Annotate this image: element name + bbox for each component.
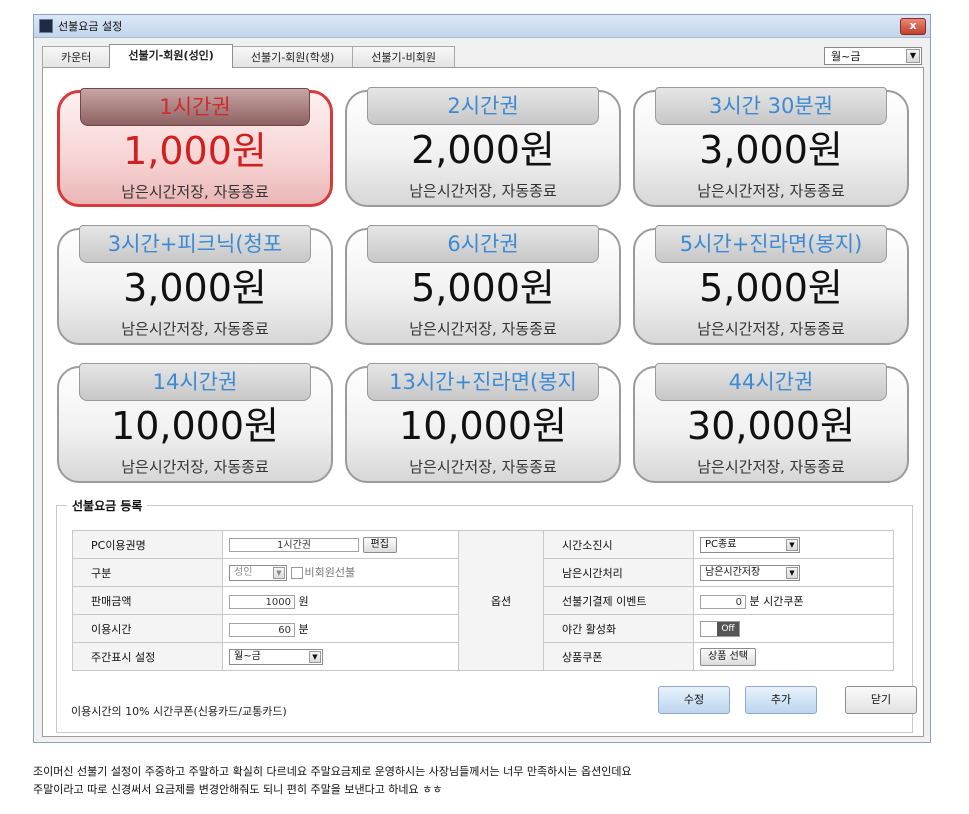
night-label: 야간 활성화 [543, 614, 694, 643]
chevron-down-icon[interactable]: ▼ [786, 538, 798, 551]
time-exhaust-label: 시간소진시 [543, 530, 694, 559]
card-price: 10,000원 [399, 404, 567, 448]
settings-window: 선불요금 설정 x 카운터 선불기-회원(성인) 선불기-회원(학생) 선불기-… [33, 14, 931, 743]
price-label: 판매금액 [72, 586, 223, 615]
category-select[interactable]: 성인 ▼ [229, 565, 287, 581]
weekday-select[interactable]: 월~금 ▼ [229, 648, 323, 665]
card-title: 13시간+진라면(봉지 [367, 363, 599, 401]
card-price: 3,000원 [699, 128, 843, 172]
select-product-button[interactable]: 상품 선택 [700, 647, 756, 666]
pc-name-label: PC이용권명 [72, 530, 223, 559]
caption-line-2: 주말이라고 따로 신경써서 요금제를 변경안해줘도 되니 편히 주말을 보낸다고… [33, 783, 443, 796]
card-title: 3시간+피크닉(청포 [79, 225, 311, 263]
option-label: 옵션 [458, 530, 544, 671]
tab-prepaid-member-adult[interactable]: 선불기-회원(성인) [109, 44, 233, 68]
remaining-value: 남은시간저장 [705, 566, 761, 578]
remaining-label: 남은시간처리 [543, 558, 694, 587]
day-range-value: 월~금 [831, 50, 861, 63]
card-title: 5시간+진라면(봉지) [655, 225, 887, 263]
day-range-select[interactable]: 월~금 ▼ [824, 47, 922, 65]
event-input[interactable]: 0 [700, 594, 746, 609]
price-card[interactable]: 44시간권 30,000원 남은시간저장, 자동종료 [633, 363, 909, 483]
price-card[interactable]: 1시간권 1,000원 남은시간저장, 자동종료 [57, 88, 333, 207]
edit-save-button[interactable]: 수정 [658, 686, 730, 714]
card-description: 남은시간저장, 자동종료 [697, 182, 845, 200]
coupon-note: 이용시간의 10% 시간쿠폰(신용카드/교통카드) [71, 705, 287, 718]
card-description: 남은시간저장, 자동종료 [409, 182, 557, 200]
night-toggle[interactable]: Off [700, 620, 740, 637]
price-unit: 원 [298, 594, 309, 608]
add-button[interactable]: 추가 [745, 686, 817, 714]
price-card[interactable]: 6시간권 5,000원 남은시간저장, 자동종료 [345, 225, 621, 345]
app-icon [39, 19, 53, 33]
card-price: 1,000원 [123, 129, 267, 173]
price-card[interactable]: 13시간+진라면(봉지 10,000원 남은시간저장, 자동종료 [345, 363, 621, 483]
registration-group: 선불요금 등록 PC이용권명 1시간권 편집 옵션 시간소진시 PC종료 ▼ 구분… [56, 497, 917, 733]
weekday-value: 월~금 [234, 650, 261, 662]
tab-prepaid-member-student[interactable]: 선불기-회원(학생) [231, 46, 354, 68]
card-title: 3시간 30분권 [655, 87, 887, 125]
card-description: 남은시간저장, 자동종료 [409, 458, 557, 476]
price-card[interactable]: 14시간권 10,000원 남은시간저장, 자동종료 [57, 363, 333, 483]
chevron-down-icon[interactable]: ▼ [309, 650, 321, 663]
card-description: 남은시간저장, 자동종료 [697, 458, 845, 476]
price-input[interactable]: 1000 [229, 594, 295, 609]
price-card[interactable]: 5시간+진라면(봉지) 5,000원 남은시간저장, 자동종료 [633, 225, 909, 345]
card-title: 14시간권 [79, 363, 311, 401]
event-label: 선불기결제 이벤트 [543, 586, 694, 615]
chevron-down-icon[interactable]: ▼ [786, 566, 798, 579]
card-title: 2시간권 [367, 87, 599, 125]
card-price: 3,000원 [123, 266, 267, 310]
chevron-down-icon[interactable]: ▼ [273, 567, 285, 579]
tab-prepaid-nonmember[interactable]: 선불기-비회원 [352, 46, 455, 68]
title-bar: 선불요금 설정 x [34, 15, 930, 38]
category-label: 구분 [72, 558, 223, 587]
coupon-label: 상품쿠폰 [543, 642, 694, 671]
tab-counter[interactable]: 카운터 [42, 46, 111, 68]
registration-legend: 선불요금 등록 [67, 497, 148, 514]
edit-button[interactable]: 편집 [362, 536, 397, 553]
nonmember-checkbox[interactable] [290, 567, 303, 579]
card-price: 5,000원 [411, 266, 555, 310]
registration-table: PC이용권명 1시간권 편집 옵션 시간소진시 PC종료 ▼ 구분 성인 ▼ 비회원… [72, 530, 894, 671]
price-card[interactable]: 3시간 30분권 3,000원 남은시간저장, 자동종료 [633, 87, 909, 207]
window-title: 선불요금 설정 [58, 20, 123, 33]
card-description: 남은시간저장, 자동종료 [121, 320, 269, 338]
card-description: 남은시간저장, 자동종료 [697, 320, 845, 338]
card-title: 44시간권 [655, 363, 887, 401]
card-description: 남은시간저장, 자동종료 [121, 458, 269, 476]
card-price: 2,000원 [411, 128, 555, 172]
card-price: 5,000원 [699, 266, 843, 310]
card-price: 30,000원 [687, 404, 855, 448]
card-title: 6시간권 [367, 225, 599, 263]
tab-bar: 카운터 선불기-회원(성인) 선불기-회원(학생) 선불기-비회원 [42, 44, 455, 68]
time-exhaust-select[interactable]: PC종료 ▼ [700, 536, 800, 553]
use-time-unit: 분 [298, 622, 309, 636]
card-description: 남은시간저장, 자동종료 [409, 320, 557, 338]
pc-name-input[interactable]: 1시간권 [229, 537, 359, 552]
nonmember-label: 비회원선불 [304, 566, 356, 579]
category-value: 성인 [234, 567, 253, 578]
card-description: 남은시간저장, 자동종료 [121, 183, 269, 201]
use-time-label: 이용시간 [72, 614, 223, 643]
chevron-down-icon[interactable]: ▼ [906, 49, 920, 63]
weekday-label: 주간표시 설정 [72, 642, 223, 671]
night-toggle-state: Off [717, 621, 739, 636]
price-card[interactable]: 2시간권 2,000원 남은시간저장, 자동종료 [345, 87, 621, 207]
price-card[interactable]: 3시간+피크닉(청포 3,000원 남은시간저장, 자동종료 [57, 225, 333, 345]
remaining-select[interactable]: 남은시간저장 ▼ [700, 564, 800, 581]
use-time-input[interactable]: 60 [229, 622, 295, 637]
card-price: 10,000원 [111, 404, 279, 448]
event-unit: 분 시간쿠폰 [749, 594, 804, 608]
time-exhaust-value: PC종료 [705, 538, 737, 550]
close-button[interactable]: 닫기 [845, 686, 917, 714]
card-title: 1시간권 [80, 88, 310, 126]
close-icon[interactable]: x [900, 18, 926, 35]
caption-line-1: 조이머신 선불기 설정이 주중하고 주말하고 확실히 다르네요 주말요금제로 운… [33, 765, 632, 778]
